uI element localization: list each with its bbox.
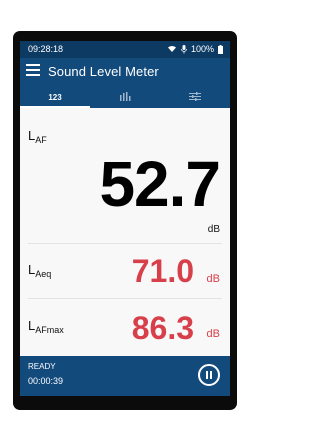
readings-panel: LAF 52.7 dB LAeq 71.0 dB LAFmax 86.3 dB xyxy=(20,108,230,356)
laeq-unit: dB xyxy=(206,273,220,285)
control-bar: READY 00:00:39 xyxy=(20,356,230,396)
elapsed-time: 00:00:39 xyxy=(28,376,64,386)
wifi-icon xyxy=(167,45,177,53)
lafmax-unit: dB xyxy=(206,328,220,340)
app-screen: 09:28:18 100% Sound Level Meter 123 LAF … xyxy=(20,41,230,396)
laf-label-sub: AF xyxy=(35,135,47,145)
app-bar: Sound Level Meter xyxy=(20,58,230,86)
status-icons: 100% xyxy=(167,44,223,54)
bar-chart-icon xyxy=(119,91,131,103)
laf-unit: dB xyxy=(207,224,220,235)
laeq-label-sub: Aeq xyxy=(35,269,52,279)
tab-numeric-label: 123 xyxy=(48,92,62,102)
laf-value: 52.7 xyxy=(99,148,221,220)
lafmax-label-sub: AFmax xyxy=(35,325,64,335)
battery-icon xyxy=(218,44,223,54)
status-time: 09:28:18 xyxy=(28,44,64,54)
battery-percent: 100% xyxy=(190,44,214,54)
laf-label: LAF xyxy=(28,128,47,145)
tab-settings[interactable] xyxy=(160,86,230,108)
divider xyxy=(28,243,222,244)
lafmax-value: 86.3 xyxy=(131,310,194,346)
tab-bar: 123 xyxy=(20,86,230,108)
pause-button[interactable] xyxy=(198,364,220,386)
sliders-icon xyxy=(189,91,201,103)
tab-numeric[interactable]: 123 xyxy=(20,86,90,108)
tab-chart[interactable] xyxy=(90,86,160,108)
laeq-value: 71.0 xyxy=(131,253,194,289)
menu-icon[interactable] xyxy=(26,64,40,78)
divider xyxy=(28,298,222,299)
microphone-icon xyxy=(181,44,187,54)
status-bar: 09:28:18 100% xyxy=(20,41,230,58)
laeq-label: LAeq xyxy=(28,262,51,279)
lafmax-label: LAFmax xyxy=(28,318,64,335)
app-title: Sound Level Meter xyxy=(48,64,159,79)
meter-state: READY xyxy=(28,362,56,371)
